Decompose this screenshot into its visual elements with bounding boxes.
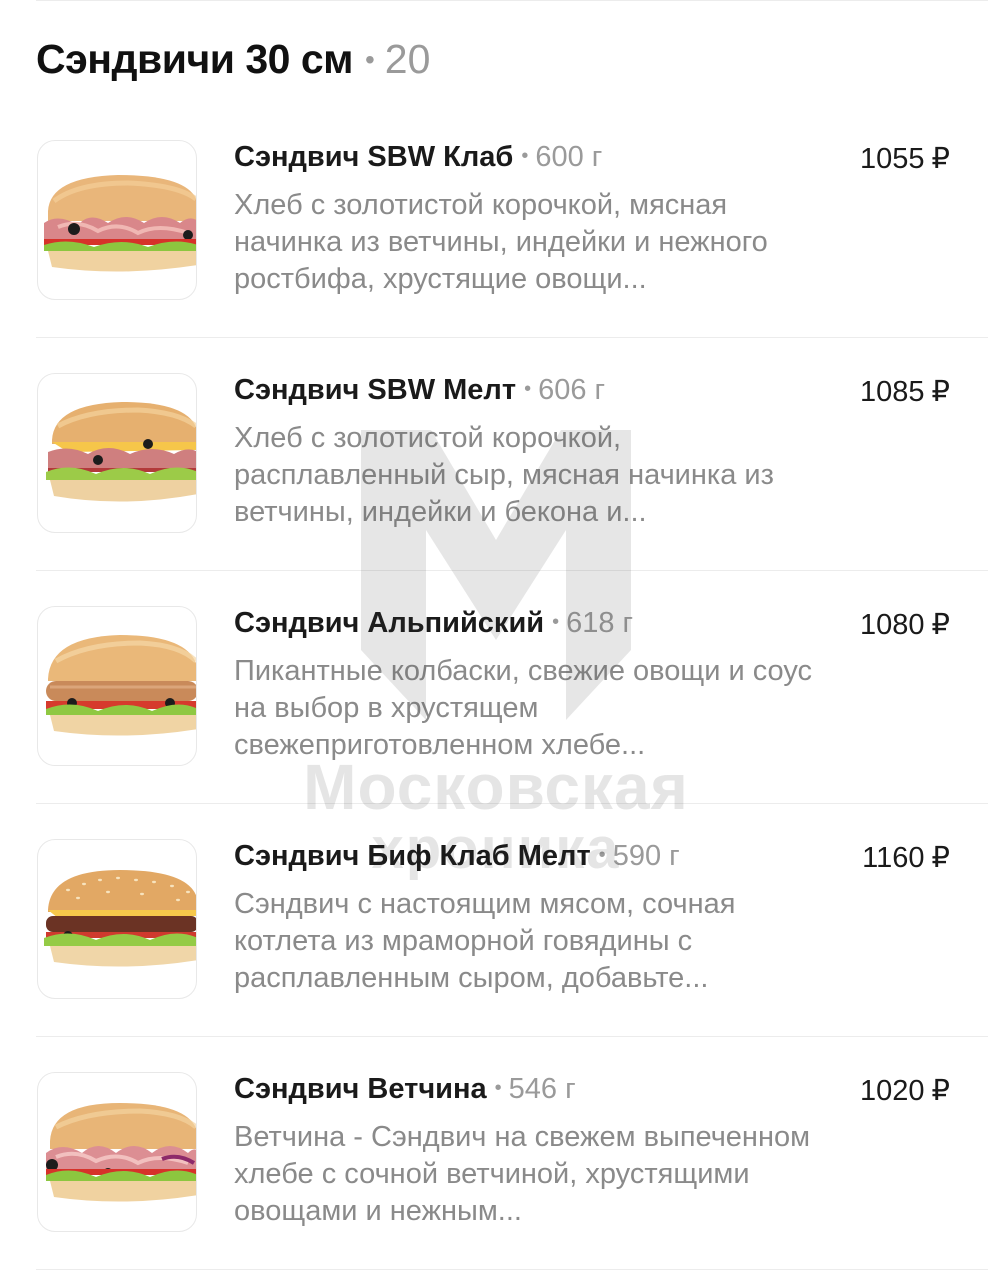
section-title: Сэндвичи 30 см [36, 36, 353, 82]
ruble-sign: ₽ [931, 376, 950, 408]
product-name: Сэндвич Биф Клаб Мелт [234, 840, 591, 872]
product-title-line: Сэндвич SBW Мелт • 606 г [234, 374, 834, 414]
ruble-sign: ₽ [931, 143, 950, 175]
product-info: Сэндвич Альпийский • 618 г Пикантные кол… [234, 607, 834, 764]
weight-separator: • [524, 378, 532, 400]
product-title-line: Сэндвич SBW Клаб • 600 г [234, 141, 834, 181]
product-info: Сэндвич SBW Мелт • 606 г Хлеб с золотист… [234, 374, 834, 531]
weight-separator: • [521, 145, 529, 167]
ruble-sign: ₽ [931, 609, 950, 641]
product-list: Сэндвич SBW Клаб • 600 г Хлеб с золотист… [0, 105, 988, 1270]
section-header: Сэндвичи 30 см • 20 [36, 36, 430, 88]
weight-separator: • [494, 1077, 502, 1099]
product-weight: 618 г [566, 607, 634, 639]
product-info: Сэндвич Биф Клаб Мелт • 590 г Сэндвич с … [234, 840, 834, 997]
product-name: Сэндвич SBW Мелт [234, 374, 517, 406]
product-price[interactable]: 1160 ₽ [862, 840, 950, 880]
price-value: 1055 [860, 143, 925, 175]
sandwich-sausage-image[interactable] [37, 606, 197, 766]
price-value: 1080 [860, 609, 925, 641]
sandwich-ham-image[interactable] [37, 1072, 197, 1232]
product-description: Ветчина - Сэндвич на свежем выпеченном х… [234, 1121, 811, 1227]
sandwich-beef-image[interactable] [37, 839, 197, 999]
ruble-sign: ₽ [931, 842, 950, 874]
sandwich-melt-image[interactable] [37, 373, 197, 533]
section-separator: • [364, 44, 375, 75]
product-description: Сэндвич с настоящим мясом, сочная котлет… [234, 888, 736, 994]
product-card[interactable]: Сэндвич SBW Клаб • 600 г Хлеб с золотист… [0, 105, 988, 338]
product-title-line: Сэндвич Ветчина • 546 г [234, 1073, 834, 1113]
product-info: Сэндвич Ветчина • 546 г Ветчина - Сэндви… [234, 1073, 834, 1230]
price-value: 1160 [862, 842, 925, 874]
product-weight: 606 г [538, 374, 606, 406]
product-weight: 600 г [535, 141, 603, 173]
section-count: 20 [384, 36, 431, 82]
product-card[interactable]: Сэндвич Биф Клаб Мелт • 590 г Сэндвич с … [0, 804, 988, 1037]
product-info: Сэндвич SBW Клаб • 600 г Хлеб с золотист… [234, 141, 834, 298]
product-weight: 590 г [612, 840, 680, 872]
product-card[interactable]: Сэндвич Ветчина • 546 г Ветчина - Сэндви… [0, 1037, 988, 1270]
weight-separator: • [552, 611, 560, 633]
price-value: 1020 [860, 1075, 925, 1107]
divider [36, 1269, 988, 1270]
product-title-line: Сэндвич Биф Клаб Мелт • 590 г [234, 840, 834, 880]
product-name: Сэндвич Альпийский [234, 607, 545, 639]
ruble-sign: ₽ [931, 1075, 950, 1107]
top-divider [36, 0, 988, 1]
product-price[interactable]: 1085 ₽ [860, 374, 950, 414]
product-card[interactable]: Сэндвич Альпийский • 618 г Пикантные кол… [0, 571, 988, 804]
product-description: Хлеб с золотистой корочкой, мясная начин… [234, 189, 768, 295]
product-card[interactable]: Сэндвич SBW Мелт • 606 г Хлеб с золотист… [0, 338, 988, 571]
product-price[interactable]: 1020 ₽ [860, 1073, 950, 1113]
sandwich-ham-image[interactable] [37, 140, 197, 300]
weight-separator: • [598, 844, 606, 866]
product-description: Пикантные колбаски, свежие овощи и соус … [234, 655, 813, 761]
product-price[interactable]: 1055 ₽ [860, 141, 950, 181]
product-name: Сэндвич SBW Клаб [234, 141, 514, 173]
price-value: 1085 [860, 376, 925, 408]
product-price[interactable]: 1080 ₽ [860, 607, 950, 647]
product-description: Хлеб с золотистой корочкой, расплавленны… [234, 422, 774, 528]
product-title-line: Сэндвич Альпийский • 618 г [234, 607, 834, 647]
product-weight: 546 г [508, 1073, 576, 1105]
product-name: Сэндвич Ветчина [234, 1073, 487, 1105]
